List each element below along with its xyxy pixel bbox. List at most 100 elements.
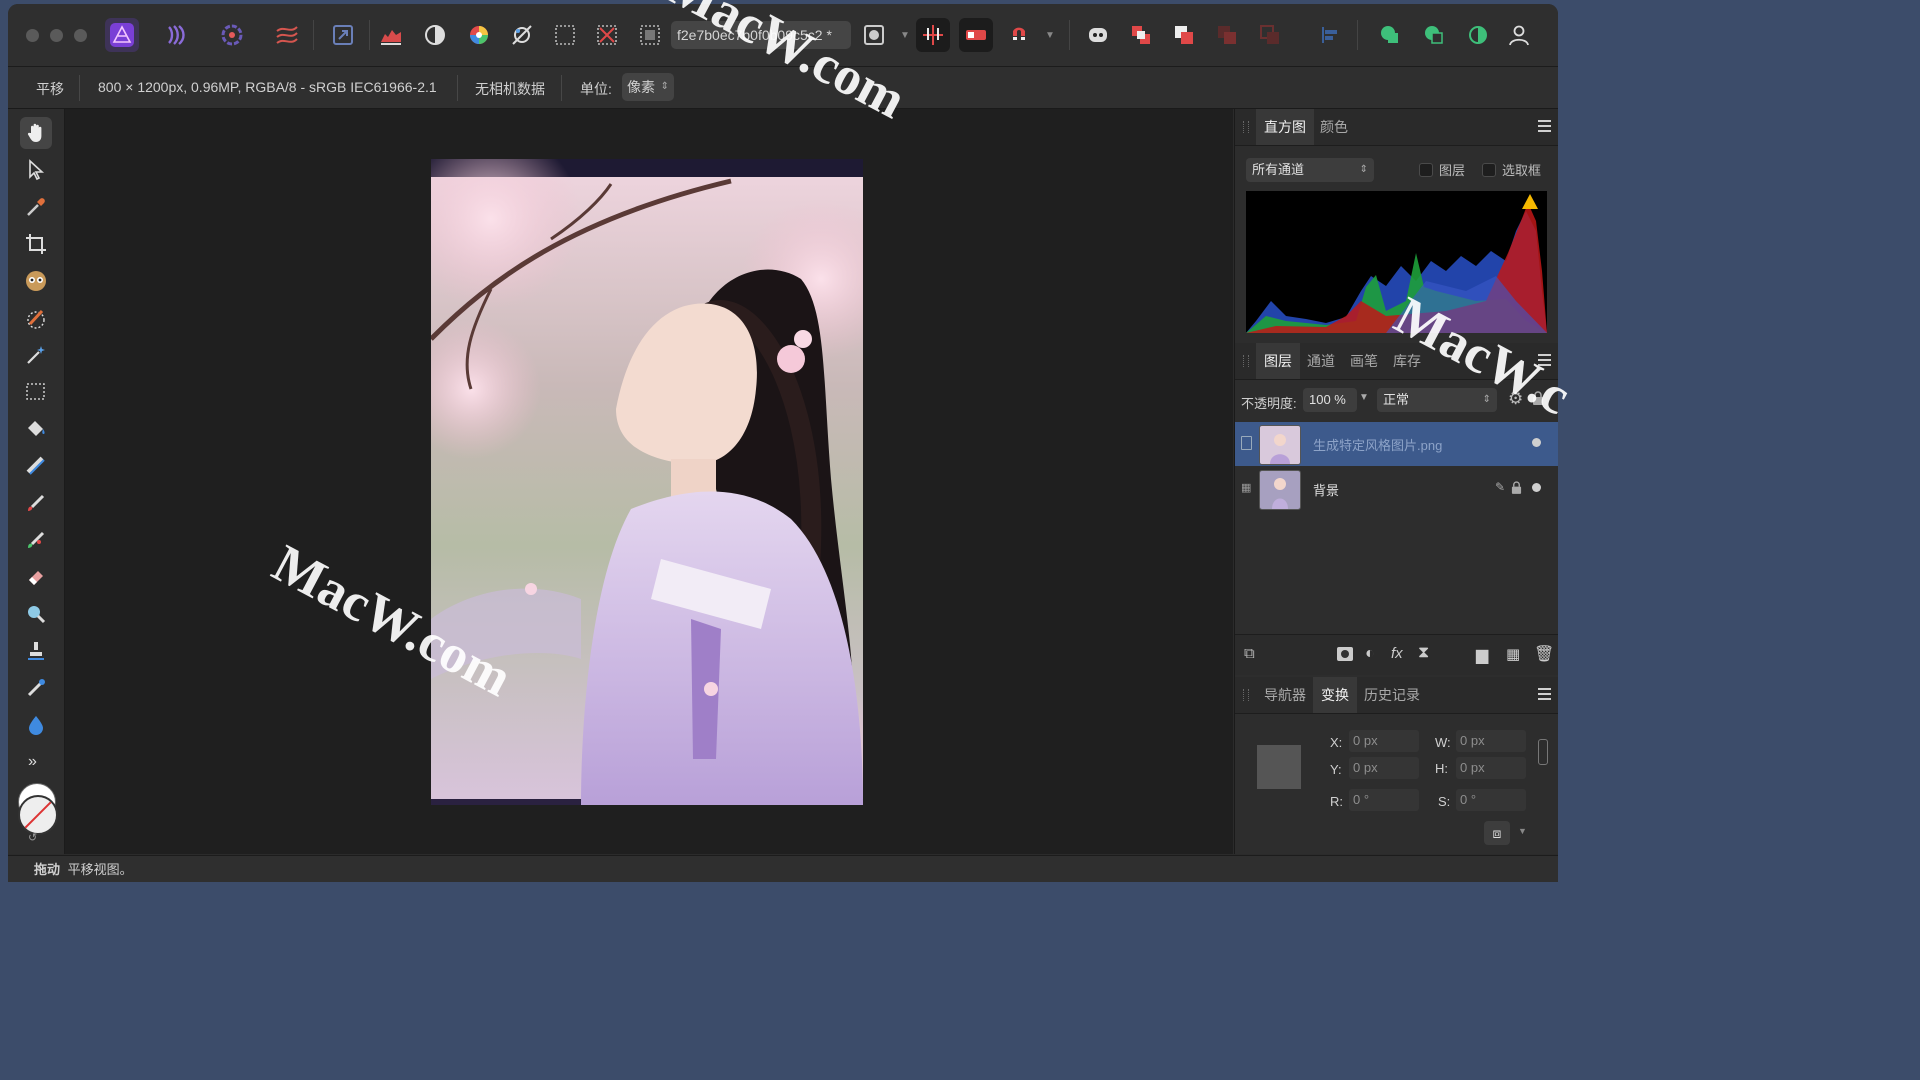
red-eye-tool[interactable] (20, 265, 52, 297)
export-icon (333, 25, 353, 45)
mixer-brush-tool[interactable] (20, 524, 52, 556)
anchor-grid-icon[interactable] (1257, 745, 1301, 789)
grip-icon[interactable] (1243, 121, 1249, 133)
r-field[interactable]: 0 ° (1349, 789, 1419, 811)
move-to-front-button[interactable] (1253, 18, 1287, 52)
link-icon[interactable] (1538, 739, 1548, 765)
account-button[interactable] (1502, 18, 1536, 52)
blend-mode-select[interactable]: 正常 ⇕ (1377, 388, 1497, 412)
healing-brush-tool[interactable] (20, 672, 52, 704)
flood-fill-tool[interactable] (20, 413, 52, 445)
gradient-tool[interactable] (20, 450, 52, 482)
grip-icon[interactable] (1243, 689, 1249, 701)
live-filter-icon[interactable]: ⧗ (1418, 644, 1429, 662)
deselect-button[interactable] (590, 18, 624, 52)
chevron-down-icon[interactable]: ▼ (1045, 30, 1055, 41)
develop-persona-button[interactable] (215, 18, 249, 52)
unit-select[interactable]: 像素 ⇕ (622, 73, 674, 101)
flood-select-tool[interactable] (20, 339, 52, 371)
photo-persona-button[interactable] (105, 18, 139, 52)
magic-wand-icon (27, 346, 45, 364)
minimize-window-button[interactable] (50, 29, 63, 42)
panel-menu-icon[interactable] (1538, 688, 1551, 700)
more-tools-icon[interactable]: » (28, 753, 37, 771)
paint-brush-tool[interactable] (20, 487, 52, 519)
layer-row[interactable]: ▦ 背景 ✎ (1235, 467, 1558, 511)
bring-forward-button[interactable] (1124, 18, 1158, 52)
export-persona-button[interactable] (326, 18, 360, 52)
move-to-back-button[interactable] (1210, 18, 1244, 52)
folder-icon[interactable]: ▆ (1476, 645, 1488, 665)
add-pixel-layer-icon[interactable]: ▦ (1506, 645, 1520, 663)
opacity-field[interactable]: 100 % (1303, 388, 1357, 412)
align-button[interactable] (1313, 18, 1347, 52)
selection-brush-tool[interactable] (20, 302, 52, 334)
tab-navigator[interactable]: 导航器 (1256, 677, 1314, 713)
boolean-subtract-button[interactable] (1417, 18, 1451, 52)
tab-channels[interactable]: 通道 (1299, 343, 1343, 379)
fx-icon[interactable]: fx (1391, 645, 1403, 662)
panel-menu-icon[interactable] (1538, 120, 1551, 132)
send-backward-button[interactable] (1167, 18, 1201, 52)
marquee-tool[interactable] (20, 376, 52, 408)
layer-checkbox[interactable]: 图层 (1419, 160, 1465, 179)
x-field[interactable]: 0 px (1349, 730, 1419, 752)
auto-contrast-button[interactable] (418, 18, 452, 52)
crop-tool[interactable] (20, 228, 52, 260)
visibility-dot-icon[interactable] (1532, 438, 1541, 447)
tab-history[interactable]: 历史记录 (1356, 677, 1428, 713)
add-shape-icon (1381, 26, 1398, 43)
secondary-color-swatch[interactable] (18, 795, 58, 835)
s-field[interactable]: 0 ° (1456, 789, 1526, 811)
tab-histogram[interactable]: 直方图 (1256, 109, 1314, 145)
tab-brushes[interactable]: 画笔 (1342, 343, 1386, 379)
clone-brush-tool[interactable] (20, 635, 52, 667)
dodge-tool[interactable] (20, 598, 52, 630)
view-tool[interactable] (20, 117, 52, 149)
chevron-down-icon[interactable]: ▼ (1359, 392, 1369, 403)
color-picker-tool[interactable] (20, 191, 52, 223)
mask-layer-icon[interactable] (1337, 647, 1353, 661)
tab-transform[interactable]: 变换 (1313, 677, 1357, 713)
snapping-button[interactable] (916, 18, 950, 52)
levels-button[interactable] (374, 18, 408, 52)
speech-assistant-button[interactable] (1081, 18, 1115, 52)
adjustment-icon[interactable]: ◐ (1365, 645, 1375, 663)
visibility-dot-icon[interactable] (1532, 483, 1541, 492)
lock-icon[interactable] (1511, 481, 1522, 499)
boolean-intersect-button[interactable] (1461, 18, 1495, 52)
channel-select[interactable]: 所有通道 ⇕ (1246, 158, 1374, 182)
swap-colors-icon[interactable]: ↺ (28, 831, 37, 844)
chevron-down-icon[interactable]: ▼ (1518, 826, 1527, 836)
invert-selection-button[interactable] (633, 18, 667, 52)
liquify-persona-button[interactable] (161, 18, 195, 52)
auto-white-balance-button[interactable] (505, 18, 539, 52)
boolean-add-button[interactable] (1373, 18, 1407, 52)
unit-value: 像素 (627, 79, 655, 95)
select-all-button[interactable] (548, 18, 582, 52)
w-field[interactable]: 0 px (1456, 730, 1526, 752)
transform-origin-button[interactable]: ⧈ (1484, 821, 1510, 845)
y-field[interactable]: 0 px (1349, 757, 1419, 779)
layer-comps-icon[interactable]: ⧉ (1244, 645, 1255, 662)
assistant-toggle-button[interactable] (959, 18, 993, 52)
canvas-area[interactable] (65, 109, 1233, 854)
trash-icon[interactable]: 🗑 (1534, 644, 1554, 664)
blur-brush-tool[interactable] (20, 709, 52, 741)
zoom-window-button[interactable] (74, 29, 87, 42)
h-field[interactable]: 0 px (1456, 757, 1526, 779)
brush-icon[interactable]: ✎ (1495, 480, 1505, 494)
auto-colors-button[interactable] (462, 18, 496, 52)
tone-mapping-persona-button[interactable] (270, 18, 304, 52)
chevron-down-icon[interactable]: ▼ (900, 30, 910, 41)
move-tool[interactable] (20, 154, 52, 186)
tab-layers[interactable]: 图层 (1256, 343, 1300, 379)
tab-color[interactable]: 颜色 (1312, 109, 1356, 145)
close-window-button[interactable] (26, 29, 39, 42)
erase-brush-tool[interactable] (20, 561, 52, 593)
marquee-checkbox[interactable]: 选取框 (1482, 160, 1541, 179)
force-pixel-alignment-button[interactable] (1002, 18, 1036, 52)
grip-icon[interactable] (1243, 355, 1249, 367)
layer-row[interactable]: 生成特定风格图片.png (1235, 422, 1558, 466)
opacity-label: 不透明度: (1241, 396, 1297, 411)
